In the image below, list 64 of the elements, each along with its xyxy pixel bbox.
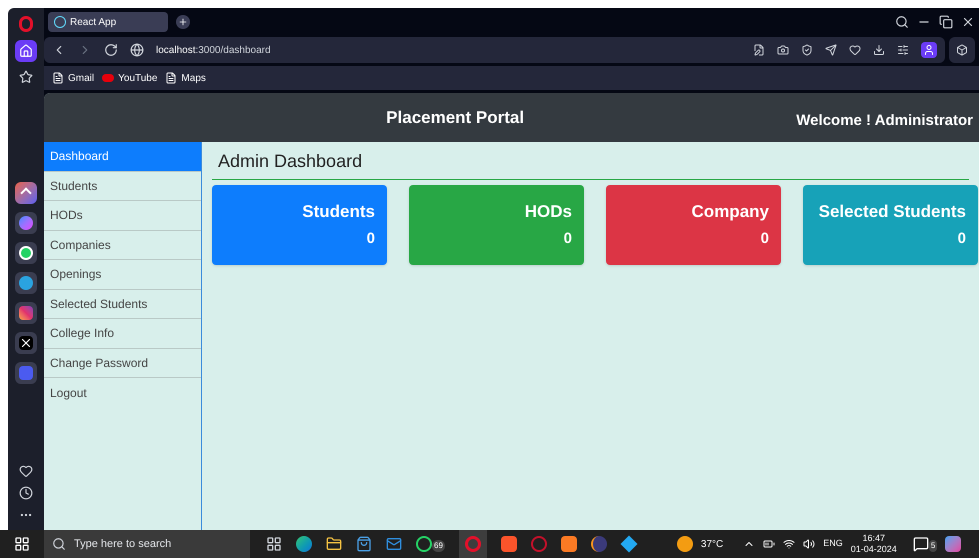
search-icon [52,537,66,551]
card-title: Students [302,201,375,222]
taskbar-search-field[interactable]: Type here to search [44,530,250,558]
search-icon[interactable] [895,15,909,29]
dashboard-title: Admin Dashboard [218,151,362,171]
language-indicator[interactable]: ENG [823,537,843,551]
sidebar-item[interactable]: Dashboard [44,142,201,172]
page-icon [165,72,178,84]
card-title: HODs [524,201,572,222]
notifications-button[interactable]: 5 [912,536,938,552]
sidebar-item[interactable]: HODs [44,201,201,230]
clock[interactable]: 16:47 01-04-2024 [850,532,897,556]
history-icon[interactable] [19,486,33,500]
sun-icon [676,536,693,552]
bookmark-link[interactable]: Gmail [52,70,94,86]
bookmark-link[interactable]: YouTube [102,70,158,86]
mail-icon[interactable] [386,536,402,552]
volume-icon[interactable] [803,538,816,550]
camera-icon[interactable] [777,44,789,56]
heart-icon[interactable] [849,44,861,56]
battery-icon[interactable] [763,538,776,550]
plus-icon [178,17,188,27]
sidebar-item[interactable]: College Info [44,319,201,348]
sidebar-item[interactable]: Openings [44,260,201,290]
notification-badge: 69 [432,540,445,552]
welcome-text: Welcome ! Administrator [796,111,974,132]
page-icon [52,72,64,84]
portal-title: Placement Portal [385,106,526,129]
sidebar-item[interactable]: Students [44,172,201,201]
star-icon[interactable] [19,70,33,84]
sidebar-item[interactable]: Selected Students [44,290,201,319]
card-count: 0 [760,229,769,250]
sidebar-item[interactable]: Logout [44,378,201,408]
cube-icon [956,44,968,56]
download-icon[interactable] [873,44,885,56]
close-icon[interactable] [961,15,975,29]
bookmark-link[interactable]: Maps [165,70,206,86]
card-title: Selected Students [818,201,966,222]
edit-icon[interactable] [753,44,765,56]
user-icon [923,44,935,56]
globe-icon[interactable] [130,43,144,57]
sidebar-item[interactable]: Change Password [44,348,201,378]
card-count: 0 [366,229,375,250]
browser-tab[interactable]: React App [48,12,168,32]
send-icon[interactable] [825,44,837,56]
sidebar-item[interactable]: Companies [44,230,201,260]
profile-button[interactable] [921,42,937,58]
restore-icon[interactable] [939,15,953,29]
folder-icon[interactable] [326,536,342,552]
card-title: Company [692,201,769,222]
card-count: 0 [958,229,966,250]
extensions-button[interactable] [949,37,975,63]
shield-icon[interactable] [801,44,813,56]
heart-icon[interactable] [19,464,33,478]
message-icon [912,536,929,552]
settings-icon[interactable] [897,44,909,56]
temperature-text: 37°C [700,538,724,552]
card-count: 0 [564,229,572,250]
new-tab-button[interactable] [176,15,190,29]
url-text[interactable]: localhost:3000/dashboard [156,42,741,58]
store-icon[interactable] [356,536,372,552]
reload-icon[interactable] [104,43,118,57]
task-view-icon[interactable] [266,536,282,552]
home-icon[interactable] [15,40,37,62]
